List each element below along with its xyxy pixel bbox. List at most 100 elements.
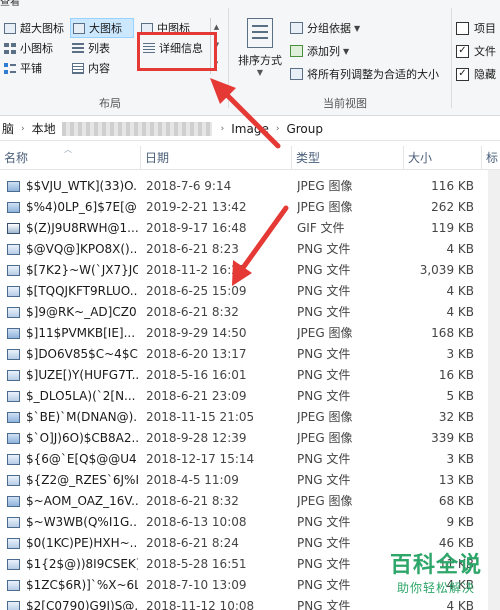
file-extensions-toggle[interactable]: ✓ 文件 [456, 41, 500, 61]
file-size: 32 KB [438, 410, 474, 424]
file-date: 2018-6-25 15:09 [146, 284, 247, 298]
column-header-tags[interactable]: 标 [482, 146, 500, 170]
tiles-icon [4, 62, 16, 74]
file-row[interactable]: $$VJU_WTK](33)O... 2018-7-6 9:14 JPEG 图像 11… [0, 176, 500, 197]
ribbon-divider [451, 8, 452, 108]
layout-item-label: 内容 [88, 62, 110, 75]
file-row[interactable]: $%4)0LP_6]$7E[@... 2019-2-21 13:42 JPEG 图像… [0, 197, 500, 218]
file-row[interactable]: $`O]J)6O)$CB8A2... 2018-9-28 12:39 JPEG 图像… [0, 428, 500, 449]
file-type: PNG 文件 [297, 263, 351, 277]
file-date: 2018-6-21 8:32 [146, 494, 239, 508]
file-type: PNG 文件 [297, 284, 351, 298]
file-row[interactable]: $_DLO5LA)(`2[N... 2018-6-21 23:09 PNG 文件 5 … [0, 386, 500, 407]
file-row[interactable]: $0(1KC)PE)HXH~... 2018-6-21 8:24 PNG 文件 46 … [0, 533, 500, 554]
file-type: PNG 文件 [297, 452, 351, 466]
file-row[interactable]: $]11$PVMKB[IE]... 2018-9-29 14:50 JPEG 图像 1… [0, 323, 500, 344]
ribbon: 查看 超大图标 大图标 中图标 小图标 列表 详细信息 平铺 内容 ▲ ▼ ▾ … [0, 0, 500, 116]
column-header-type[interactable]: 类型 [292, 146, 404, 170]
current-view-group-label: 当前视图 [323, 97, 367, 110]
file-row[interactable]: $@VQ@]KPO8X()... 2018-6-21 8:23 PNG 文件 4 KB [0, 239, 500, 260]
layout-item-label: 平铺 [20, 62, 42, 75]
column-header-name[interactable]: 名称 [0, 146, 141, 170]
vertical-scrollbar[interactable] [488, 170, 500, 610]
hidden-items-toggle[interactable]: ✓ 隐藏 [456, 64, 500, 84]
file-row[interactable]: $]UZE[)Y(HUFG7T... 2018-5-16 16:01 PNG 文件 1… [0, 365, 500, 386]
file-size: 3,039 KB [419, 263, 474, 277]
chevron-right-icon[interactable]: › [216, 124, 230, 134]
png-file-icon [7, 391, 20, 402]
file-type: PNG 文件 [297, 305, 351, 319]
breadcrumb-pc[interactable]: 脑 [0, 120, 16, 137]
extra-large-icons-icon [4, 22, 16, 34]
png-file-icon [7, 370, 20, 381]
chevron-right-icon[interactable]: › [271, 124, 285, 134]
file-type: JPEG 图像 [297, 410, 353, 424]
fit-columns-button[interactable]: 将所有列调整为合适的大小 [290, 64, 439, 84]
file-row[interactable]: $]9@RK~_AD]CZ0... 2018-6-21 8:32 PNG 文件 4 K… [0, 302, 500, 323]
breadcrumb-image[interactable]: Image [229, 122, 271, 136]
checkbox-checked[interactable]: ✓ [456, 67, 469, 81]
file-type: JPEG 图像 [297, 326, 353, 340]
file-date: 2018-9-17 16:48 [146, 221, 247, 235]
chevron-down-icon: ▼ [256, 68, 264, 77]
layout-group-label: 布局 [99, 97, 121, 110]
file-name: $]11$PVMKB[IE]... [26, 326, 136, 340]
watermark-title: 百科全说 [389, 553, 482, 578]
jpeg-file-icon [7, 202, 20, 213]
file-type: JPEG 图像 [297, 494, 353, 508]
file-row[interactable]: $[TQQJKFT9RLUO... 2018-6-25 15:09 PNG 文件 4 … [0, 281, 500, 302]
sort-by-button[interactable]: 排序方式 ▼ [234, 18, 286, 86]
file-type: JPEG 图像 [297, 431, 353, 445]
file-name: $2[C0790)G9I)S@... [26, 599, 138, 610]
file-type: PNG 文件 [297, 347, 351, 361]
fit-columns-icon [290, 68, 303, 80]
file-row[interactable]: $~W3WB(Q%I1G... 2018-6-13 10:08 PNG 文件 9 KB [0, 512, 500, 533]
file-date: 2019-2-21 13:42 [146, 200, 247, 214]
file-type: PNG 文件 [297, 536, 351, 550]
layout-large-icons[interactable]: 大图标 [70, 18, 134, 38]
file-name: $%4)0LP_6]$7E[@... [26, 200, 138, 214]
chevron-right-icon[interactable]: › [16, 124, 30, 134]
group-by-button[interactable]: 分组依据 ▼ [290, 18, 360, 38]
item-checkboxes-toggle[interactable]: 项目 [456, 18, 500, 38]
breadcrumb-obscured [61, 121, 212, 136]
checkbox[interactable] [456, 21, 469, 35]
layout-tiles[interactable]: 平铺 [4, 58, 42, 78]
png-file-icon [7, 349, 20, 360]
file-date: 2018-11-12 10:08 [146, 599, 255, 610]
file-row[interactable]: $]DO6V85$C~4$C... 2018-6-20 13:17 PNG 文件 3 … [0, 344, 500, 365]
gif-file-icon [7, 223, 20, 234]
checkbox-label: 文件 [474, 45, 496, 58]
address-bar[interactable]: 脑 › 本地 › Image › Group [0, 117, 500, 141]
file-size: 119 KB [431, 221, 474, 235]
watermark-logo: 百科全说 助你轻松解决 [376, 552, 496, 608]
layout-small-icons[interactable]: 小图标 [4, 38, 53, 58]
file-name: $@VQ@]KPO8X()... [26, 242, 138, 256]
file-date: 2018-6-13 10:08 [146, 515, 247, 529]
file-name: $~W3WB(Q%I1G... [26, 515, 138, 529]
watermark-subtitle: 助你轻松解决 [396, 581, 475, 595]
breadcrumb-group[interactable]: Group [284, 122, 325, 136]
column-header-size[interactable]: 大小 [404, 146, 482, 170]
checkbox-checked[interactable]: ✓ [456, 44, 469, 58]
sort-icon [247, 18, 273, 48]
file-row[interactable]: ${6@`E[Q$@@U4... 2018-12-17 15:14 PNG 文件 3 … [0, 449, 500, 470]
file-row[interactable]: ${Z2@_RZES`6J%I... 2018-4-5 11:09 PNG 文件 13… [0, 470, 500, 491]
file-row[interactable]: $~AOM_OAZ_16V... 2018-6-21 8:32 JPEG 图像 68 … [0, 491, 500, 512]
file-type: JPEG 图像 [297, 200, 353, 214]
file-date: 2018-6-21 8:23 [146, 242, 239, 256]
file-date: 2018-12-17 15:14 [146, 452, 255, 466]
layout-extra-large-icons[interactable]: 超大图标 [4, 18, 64, 38]
file-row[interactable]: $`BE)`M(DNAN@)... 2018-11-15 21:05 JPEG 图像… [0, 407, 500, 428]
layout-list[interactable]: 列表 [72, 38, 110, 58]
png-file-icon [7, 475, 20, 486]
file-row[interactable]: $[7K2}~W(`JX7}JO... 2018-11-2 16:25 PNG 文件… [0, 260, 500, 281]
jpeg-file-icon [7, 433, 20, 444]
layout-content[interactable]: 内容 [72, 58, 110, 78]
layout-item-label: 列表 [88, 42, 110, 55]
column-header-date[interactable]: 日期 [141, 146, 292, 170]
file-row[interactable]: $(Z)J9U8RWH@1... 2018-9-17 16:48 GIF 文件 119… [0, 218, 500, 239]
add-column-button[interactable]: 添加列 ▼ [290, 41, 349, 61]
breadcrumb-local-disk[interactable]: 本地 [30, 120, 58, 137]
ribbon-tab-view[interactable]: 查看 [0, 0, 30, 7]
